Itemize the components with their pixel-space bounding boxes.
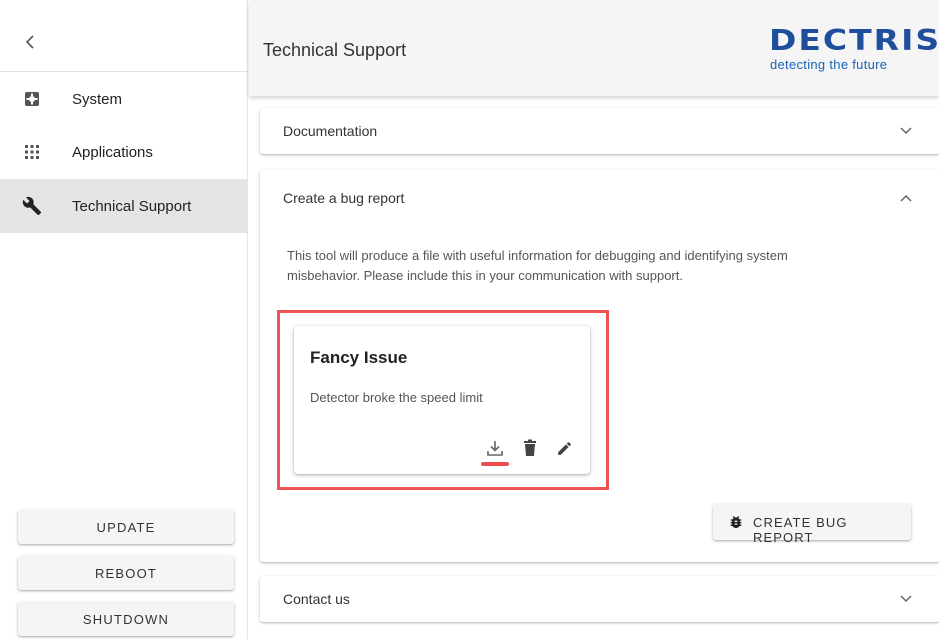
shutdown-button[interactable]: SHUTDOWN — [18, 602, 234, 636]
documentation-panel-header[interactable]: Documentation — [260, 108, 939, 154]
wrench-icon — [22, 196, 42, 216]
delete-icon[interactable] — [518, 436, 542, 460]
page-header: Technical Support DECTRIS detecting the … — [249, 0, 939, 96]
sidebar-item-label: System — [72, 90, 123, 108]
bug-report-panel: Create a bug report This tool will produ… — [260, 170, 939, 562]
bug-report-title: Fancy Issue — [310, 348, 408, 367]
bug-icon — [727, 513, 745, 531]
bug-report-panel-header[interactable]: Create a bug report — [260, 170, 939, 216]
dectris-logo: DECTRIS detecting the future — [765, 26, 939, 76]
sidebar-item-applications[interactable]: Applications — [0, 125, 248, 179]
sidebar-item-system[interactable]: System — [0, 72, 248, 126]
documentation-panel: Documentation — [260, 108, 939, 154]
panel-title: Documentation — [283, 123, 378, 139]
logo-tagline: detecting the future — [770, 57, 888, 72]
panel-title: Create a bug report — [283, 190, 405, 206]
sidebar-item-technical-support[interactable]: Technical Support — [0, 179, 248, 233]
bug-report-card: Fancy Issue Detector broke the speed lim… — [294, 326, 590, 474]
create-bug-report-label: CREATE BUG REPORT — [753, 515, 848, 545]
app-root: System Applications Technical Support UP… — [0, 0, 939, 639]
logo-wordmark: DECTRIS — [769, 23, 939, 57]
update-button[interactable]: UPDATE — [18, 510, 234, 544]
chevron-left-icon[interactable] — [18, 30, 42, 54]
apps-grid-icon — [22, 142, 42, 162]
contact-panel-header[interactable]: Contact us — [260, 576, 939, 622]
sidebar-item-label: Applications — [72, 143, 153, 161]
bug-report-description: This tool will produce a file with usefu… — [287, 248, 788, 283]
system-icon — [22, 89, 42, 109]
contact-panel: Contact us — [260, 576, 939, 622]
sidebar: System Applications Technical Support UP… — [0, 0, 248, 639]
page-title: Technical Support — [263, 40, 407, 60]
bug-report-card-description: Detector broke the speed limit — [310, 390, 483, 405]
chevron-down-icon — [898, 591, 914, 607]
reboot-button[interactable]: REBOOT — [18, 556, 234, 590]
chevron-down-icon — [898, 123, 914, 139]
chevron-up-icon — [898, 190, 914, 206]
create-bug-report-button[interactable]: CREATE BUG REPORT — [713, 504, 911, 545]
edit-icon[interactable] — [552, 436, 576, 460]
panel-title: Contact us — [283, 591, 350, 607]
highlight-underline — [481, 462, 509, 466]
download-icon[interactable] — [483, 436, 507, 460]
sidebar-item-label: Technical Support — [72, 197, 192, 215]
